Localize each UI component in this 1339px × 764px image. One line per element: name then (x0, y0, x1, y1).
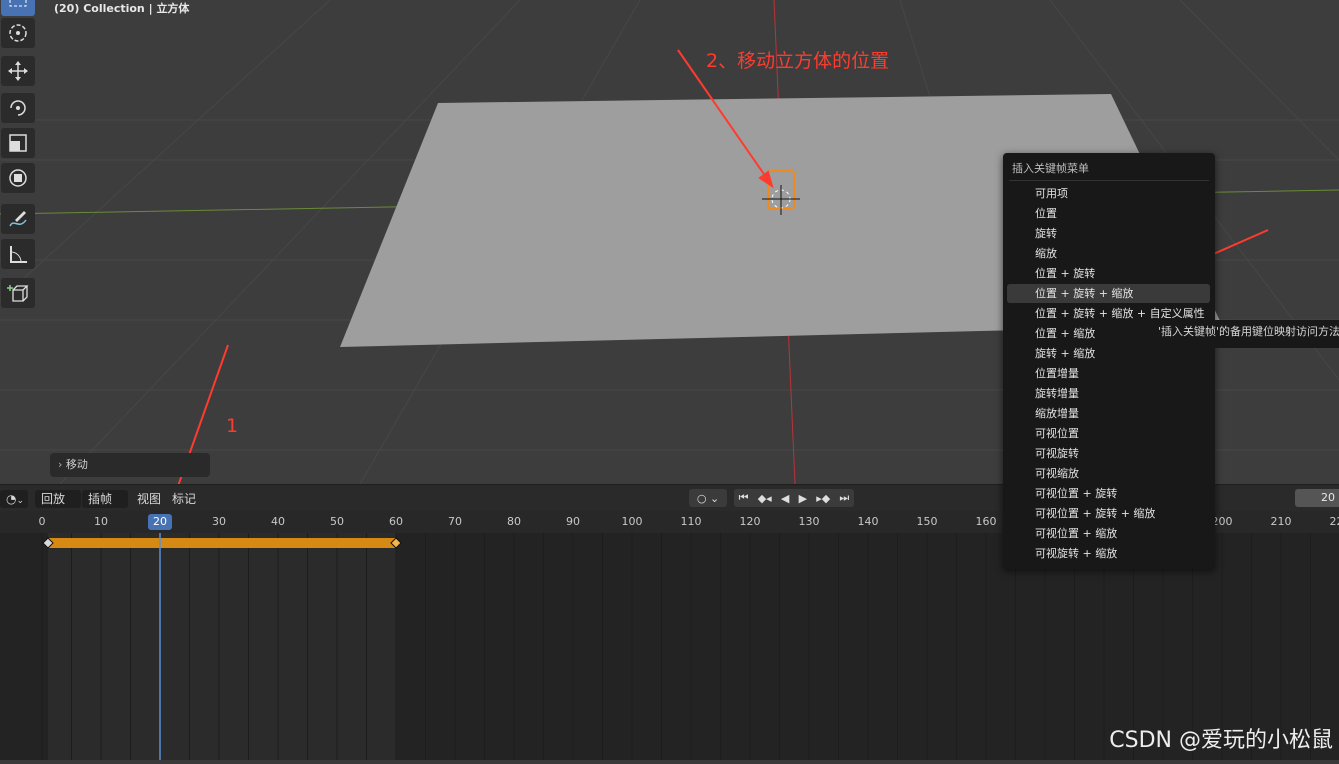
current-frame-indicator[interactable]: 20 (148, 514, 172, 530)
menu-item[interactable]: 可视位置 + 旋转 + 缩放 (1007, 504, 1210, 523)
last-operator-label: 移动 (66, 458, 88, 471)
menu-item[interactable]: 位置 + 旋转 (1007, 264, 1210, 283)
keying-label: 插帧 (88, 492, 112, 506)
current-frame-field[interactable]: 20 (1295, 489, 1339, 507)
measure-icon[interactable] (1, 239, 35, 269)
move-icon[interactable] (1, 56, 35, 86)
ruler-tick-label: 220 (1330, 515, 1339, 528)
rotate-icon[interactable] (1, 93, 35, 123)
marker-menu[interactable]: 标记 (172, 490, 196, 508)
prev-keyframe-icon[interactable]: ◆◂ (758, 492, 772, 505)
watermark: CSDN @爱玩的小松鼠 (1109, 722, 1333, 754)
ruler-tick-label: 30 (212, 515, 226, 528)
ruler-tick-label: 130 (799, 515, 820, 528)
menu-item[interactable]: 位置增量 (1007, 364, 1210, 383)
menu-title: 插入关键帧菜单 (1012, 160, 1089, 176)
ruler-tick-label: 0 (39, 515, 46, 528)
ruler-tick-label: 150 (917, 515, 938, 528)
keyframe-hold-bar (48, 538, 396, 548)
chevron-down-icon: ⌄ (16, 496, 24, 506)
menu-item[interactable]: 可视缩放 (1007, 464, 1210, 483)
viewport-header-text: (20) Collection | 立方体 (54, 0, 189, 16)
ruler-tick-label: 10 (94, 515, 108, 528)
insert-keyframe-menu: 插入关键帧菜单 可用项位置旋转缩放位置 + 旋转位置 + 旋转 + 缩放位置 +… (1003, 153, 1215, 569)
ruler-tick-label: 210 (1271, 515, 1292, 528)
menu-item[interactable]: 可用项 (1007, 184, 1210, 203)
annotate-icon[interactable] (1, 204, 35, 234)
menu-item[interactable]: 可视位置 (1007, 424, 1210, 443)
ruler-tick-label: 40 (271, 515, 285, 528)
record-circle-icon: ○ ⌄ (697, 492, 719, 505)
ruler-tick-label: 140 (858, 515, 879, 528)
jump-start-icon[interactable]: ⏮ (739, 491, 749, 505)
playback-controls: ⏮ ◆◂ ◀ ▶ ▸◆ ⏭ (734, 489, 854, 507)
menu-item[interactable]: 位置 + 旋转 + 缩放 (1007, 284, 1210, 303)
ruler-tick-label: 90 (566, 515, 580, 528)
select-box-icon[interactable] (1, 0, 35, 16)
menu-item[interactable]: 可视旋转 (1007, 444, 1210, 463)
view-menu[interactable]: 视图 (137, 490, 161, 508)
ruler-tick-label: 50 (330, 515, 344, 528)
ruler-tick-label: 100 (622, 515, 643, 528)
scale-icon[interactable] (1, 128, 35, 158)
add-cube-icon[interactable] (1, 278, 35, 308)
ruler-tick-label: 160 (976, 515, 997, 528)
next-keyframe-icon[interactable]: ▸◆ (816, 492, 830, 505)
annotation-step2: 2、移动立方体的位置 (706, 46, 889, 73)
menu-item[interactable]: 旋转 (1007, 224, 1210, 243)
last-operator-panel[interactable]: › 移动 (50, 453, 210, 477)
menu-item[interactable]: 可视位置 + 旋转 (1007, 484, 1210, 503)
menu-item[interactable]: 旋转增量 (1007, 384, 1210, 403)
menu-tooltip: '插入关键帧'的备用键位映射访问方法 (1145, 320, 1339, 348)
ruler-tick-label: 120 (740, 515, 761, 528)
play-reverse-icon[interactable]: ◀ (781, 492, 789, 505)
menu-item[interactable]: 位置 (1007, 204, 1210, 223)
ruler-tick-label: 110 (681, 515, 702, 528)
ruler-tick-label: 70 (448, 515, 462, 528)
menu-divider (1009, 180, 1209, 181)
annotation-step1: 1 (226, 415, 238, 437)
jump-end-icon[interactable]: ⏭ (839, 491, 849, 505)
menu-item[interactable]: 缩放 (1007, 244, 1210, 263)
editor-type-dropdown[interactable]: ◔⌄ (0, 490, 28, 508)
menu-item[interactable]: 缩放增量 (1007, 404, 1210, 423)
clock-icon: ◔ (6, 492, 16, 506)
chevron-right-icon: › (58, 458, 62, 471)
transform-icon[interactable] (1, 163, 35, 193)
menu-item[interactable]: 可视位置 + 缩放 (1007, 524, 1210, 543)
ruler-tick-label: 80 (507, 515, 521, 528)
ruler-tick-label: 60 (389, 515, 403, 528)
auto-keying-toggle[interactable]: ○ ⌄ (689, 489, 727, 507)
play-icon[interactable]: ▶ (799, 492, 807, 505)
keying-menu[interactable]: 插帧 ⌄ (82, 490, 128, 508)
playback-label: 回放 (41, 492, 65, 506)
menu-item[interactable]: 可视旋转 + 缩放 (1007, 544, 1210, 563)
playback-menu[interactable]: 回放 ⌄ (35, 490, 81, 508)
cursor-icon[interactable] (1, 18, 35, 48)
